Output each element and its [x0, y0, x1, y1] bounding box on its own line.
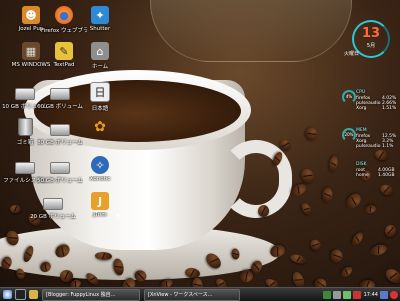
- folder-icon[interactable]: [29, 290, 38, 299]
- home-folder-icon: ⌂: [91, 42, 109, 60]
- input-method-icon[interactable]: [352, 290, 361, 299]
- mem-value: 1.1%: [382, 144, 394, 149]
- mem-gauge-value: 20%: [344, 132, 354, 137]
- system-tray: 17:44: [321, 288, 398, 301]
- icon-label: ホーム: [91, 64, 109, 70]
- firefox-icon: ●: [55, 6, 73, 24]
- coffee-bean: [304, 126, 319, 142]
- japanese-input-icon: 日: [90, 82, 110, 102]
- desktop-icon-japanese[interactable]: 日 日本語: [77, 82, 123, 112]
- taskbar-clock[interactable]: 17:44: [364, 292, 378, 298]
- drive-icon: [50, 162, 70, 174]
- game-icon: ✧: [91, 156, 109, 174]
- coffee-bean: [359, 279, 376, 287]
- battery-icon[interactable]: [342, 290, 351, 299]
- drive-icon: [43, 198, 63, 210]
- desktop-icon-xonotic[interactable]: ✧ Xonotic: [77, 156, 123, 182]
- coffee-bean: [308, 237, 323, 253]
- menu-icon[interactable]: [3, 290, 12, 299]
- trash-icon: [17, 118, 33, 136]
- coffee-bean: [349, 230, 366, 248]
- task-xnview[interactable]: [XnView - ワークスペース...: [144, 288, 240, 301]
- coffee-bean: [378, 182, 395, 198]
- coffee-bean: [338, 264, 355, 280]
- drive-icon: [15, 162, 35, 174]
- icon-label: Shutter: [89, 26, 111, 32]
- app-icon: ✿: [94, 119, 106, 135]
- cpu-gauge-value: 4%: [345, 94, 353, 99]
- calendar-weekday: 火曜日: [344, 51, 360, 57]
- disk-value: 1.40GB: [378, 173, 395, 178]
- coffee-bean: [214, 276, 229, 287]
- coffee-bean: [239, 269, 254, 283]
- coffee-bean: [383, 266, 400, 286]
- network-icon[interactable]: [322, 290, 331, 299]
- coffee-bean: [374, 148, 389, 162]
- coffee-bean: [383, 223, 398, 239]
- icon-label: 日本語: [91, 106, 109, 112]
- coffee-bean: [313, 277, 328, 287]
- icon-label: Xonotic: [89, 176, 111, 182]
- power-icon[interactable]: [390, 290, 398, 299]
- drive-icon: [15, 88, 35, 100]
- taskbar: [Blogger: FuppyLinux 独自... [XnView - ワーク…: [0, 287, 400, 301]
- windows-icon: ▦: [22, 42, 40, 60]
- puppy-icon: ☻: [22, 6, 40, 24]
- shutter-icon: ✦: [91, 6, 109, 24]
- mem-title: MEM: [356, 128, 367, 133]
- task-blogger[interactable]: [Blogger: FuppyLinux 独自...: [42, 288, 140, 301]
- coffee-bean: [368, 242, 389, 258]
- coffee-bean: [299, 201, 314, 217]
- glass-jar: [150, 0, 352, 62]
- disk-title: DISK: [356, 162, 367, 167]
- coffee-bean: [328, 154, 339, 174]
- jtrim-icon: J: [91, 192, 109, 210]
- cpu-process: Xorg: [356, 106, 367, 111]
- desktop-icon-drive5[interactable]: 20 GB ボリューム: [30, 192, 76, 220]
- icon-label: 80 GB ボリューム: [37, 140, 83, 146]
- coffee-bean: [264, 276, 281, 287]
- cpu-title: CPU: [356, 90, 366, 95]
- conky-calendar: 13 5月 火曜日: [344, 20, 390, 58]
- disk-name: home: [356, 173, 369, 178]
- desktop-icon-gnome[interactable]: ✿: [77, 118, 123, 136]
- desktop-icon-home[interactable]: ⌂ ホーム: [77, 42, 123, 70]
- coffee-bean: [364, 203, 377, 215]
- icon-label: 20 GB ボリューム: [30, 214, 76, 220]
- calendar-month: 5月: [366, 43, 376, 49]
- cpu-value: 1.51%: [382, 106, 397, 111]
- textpad-icon: ✎: [55, 42, 73, 60]
- coffee-bean: [10, 205, 21, 213]
- drive-icon: [50, 124, 70, 136]
- mem-process: pulseaudio: [356, 144, 381, 149]
- coffee-bean: [343, 190, 364, 212]
- coffee-bean: [290, 270, 307, 287]
- coffee-bean: [289, 252, 308, 266]
- calendar-icon[interactable]: [380, 290, 388, 299]
- terminal-icon[interactable]: [15, 289, 26, 300]
- desktop-icon-shutter[interactable]: ✦ Shutter: [77, 6, 123, 32]
- drive-icon: [50, 88, 70, 100]
- coffee-bean: [191, 276, 204, 287]
- volume-icon[interactable]: [332, 290, 341, 299]
- calendar-day: 13: [361, 26, 381, 41]
- coffee-bean: [330, 249, 343, 263]
- coffee-bean: [321, 187, 334, 203]
